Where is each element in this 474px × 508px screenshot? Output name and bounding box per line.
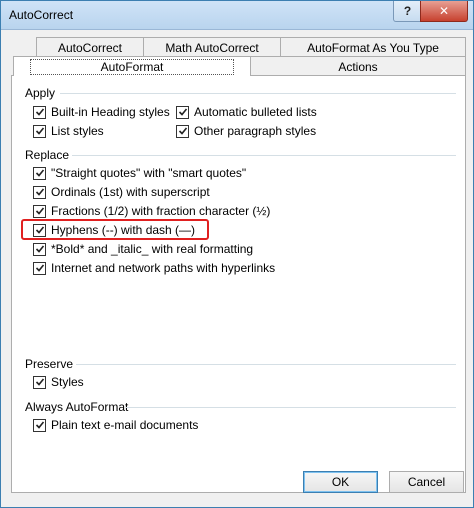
- checkbox-checked-icon[interactable]: [33, 242, 46, 256]
- close-button[interactable]: ✕: [420, 1, 468, 22]
- tab-autocorrect[interactable]: AutoCorrect: [36, 37, 144, 57]
- ok-button[interactable]: OK: [303, 471, 378, 493]
- help-icon: ?: [403, 4, 412, 18]
- checkbox-checked-icon[interactable]: [33, 124, 46, 138]
- checkbox-label: "Straight quotes" with "smart quotes": [51, 166, 247, 180]
- checkbox-label: Internet and network paths with hyperlin…: [51, 261, 276, 275]
- cancel-button[interactable]: Cancel: [389, 471, 464, 493]
- checkbox-checked-icon[interactable]: [176, 105, 189, 119]
- autoformat-panel: Apply Built-in Heading styles List style…: [11, 75, 466, 493]
- checkbox-fractions[interactable]: Fractions (1/2) with fraction character …: [33, 203, 270, 219]
- close-icon: ✕: [438, 4, 450, 18]
- tab-label: AutoFormat: [29, 58, 235, 75]
- apply-divider: [60, 93, 456, 94]
- checkbox-internet-paths[interactable]: Internet and network paths with hyperlin…: [33, 260, 275, 276]
- tab-autoformat[interactable]: AutoFormat: [13, 56, 251, 76]
- checkbox-builtin-heading-styles[interactable]: Built-in Heading styles: [33, 104, 170, 120]
- help-button[interactable]: ?: [393, 1, 422, 22]
- dialog-content: AutoCorrect Math AutoCorrect AutoFormat …: [9, 33, 467, 493]
- checkbox-checked-icon[interactable]: [33, 166, 46, 180]
- tab-label: Actions: [338, 59, 378, 74]
- preserve-heading: Preserve: [25, 357, 74, 371]
- checkbox-other-paragraph-styles[interactable]: Other paragraph styles: [176, 123, 316, 139]
- checkbox-checked-icon[interactable]: [33, 185, 46, 199]
- checkbox-checked-icon[interactable]: [33, 204, 46, 218]
- title-bar: AutoCorrect ? ✕: [1, 1, 473, 30]
- replace-divider: [72, 155, 456, 156]
- autocorrect-dialog: AutoCorrect ? ✕ AutoCorrect Math AutoCor…: [0, 0, 474, 508]
- checkbox-label: Ordinals (1st) with superscript: [51, 185, 210, 199]
- preserve-divider: [76, 364, 456, 365]
- window-title: AutoCorrect: [9, 8, 74, 22]
- checkbox-plain-text-email[interactable]: Plain text e-mail documents: [33, 417, 198, 433]
- checkbox-label: Other paragraph styles: [194, 124, 317, 138]
- checkbox-checked-icon[interactable]: [176, 124, 189, 138]
- checkbox-ordinals[interactable]: Ordinals (1st) with superscript: [33, 184, 210, 200]
- replace-heading: Replace: [25, 148, 70, 162]
- tab-actions[interactable]: Actions: [250, 56, 466, 76]
- tab-label: AutoCorrect: [57, 40, 123, 55]
- checkbox-checked-icon[interactable]: [33, 375, 46, 389]
- checkbox-styles[interactable]: Styles: [33, 374, 84, 390]
- always-autoformat-divider: [126, 407, 456, 408]
- checkbox-checked-icon[interactable]: [33, 261, 46, 275]
- checkbox-bold-italic[interactable]: *Bold* and _italic_ with real formatting: [33, 241, 253, 257]
- tab-label: AutoFormat As You Type: [307, 40, 439, 55]
- tab-math-autocorrect[interactable]: Math AutoCorrect: [143, 37, 281, 57]
- checkbox-smart-quotes[interactable]: "Straight quotes" with "smart quotes": [33, 165, 246, 181]
- checkbox-label: List styles: [51, 124, 104, 138]
- checkbox-label: Fractions (1/2) with fraction character …: [51, 204, 271, 218]
- checkbox-list-styles[interactable]: List styles: [33, 123, 104, 139]
- always-autoformat-heading: Always AutoFormat: [25, 400, 129, 414]
- apply-heading: Apply: [25, 86, 56, 100]
- checkbox-label: Styles: [51, 375, 84, 389]
- cancel-button-label: Cancel: [407, 475, 446, 489]
- highlight-box: [21, 219, 209, 240]
- checkbox-checked-icon[interactable]: [33, 105, 46, 119]
- checkbox-label: Built-in Heading styles: [51, 105, 170, 119]
- checkbox-checked-icon[interactable]: [33, 418, 46, 432]
- tab-autoformat-as-you-type[interactable]: AutoFormat As You Type: [280, 37, 466, 57]
- checkbox-label: Plain text e-mail documents: [51, 418, 199, 432]
- checkbox-label: *Bold* and _italic_ with real formatting: [51, 242, 254, 256]
- checkbox-automatic-bulleted-lists[interactable]: Automatic bulleted lists: [176, 104, 317, 120]
- checkbox-label: Automatic bulleted lists: [194, 105, 317, 119]
- tab-label: Math AutoCorrect: [165, 40, 259, 55]
- ok-button-label: OK: [331, 475, 350, 489]
